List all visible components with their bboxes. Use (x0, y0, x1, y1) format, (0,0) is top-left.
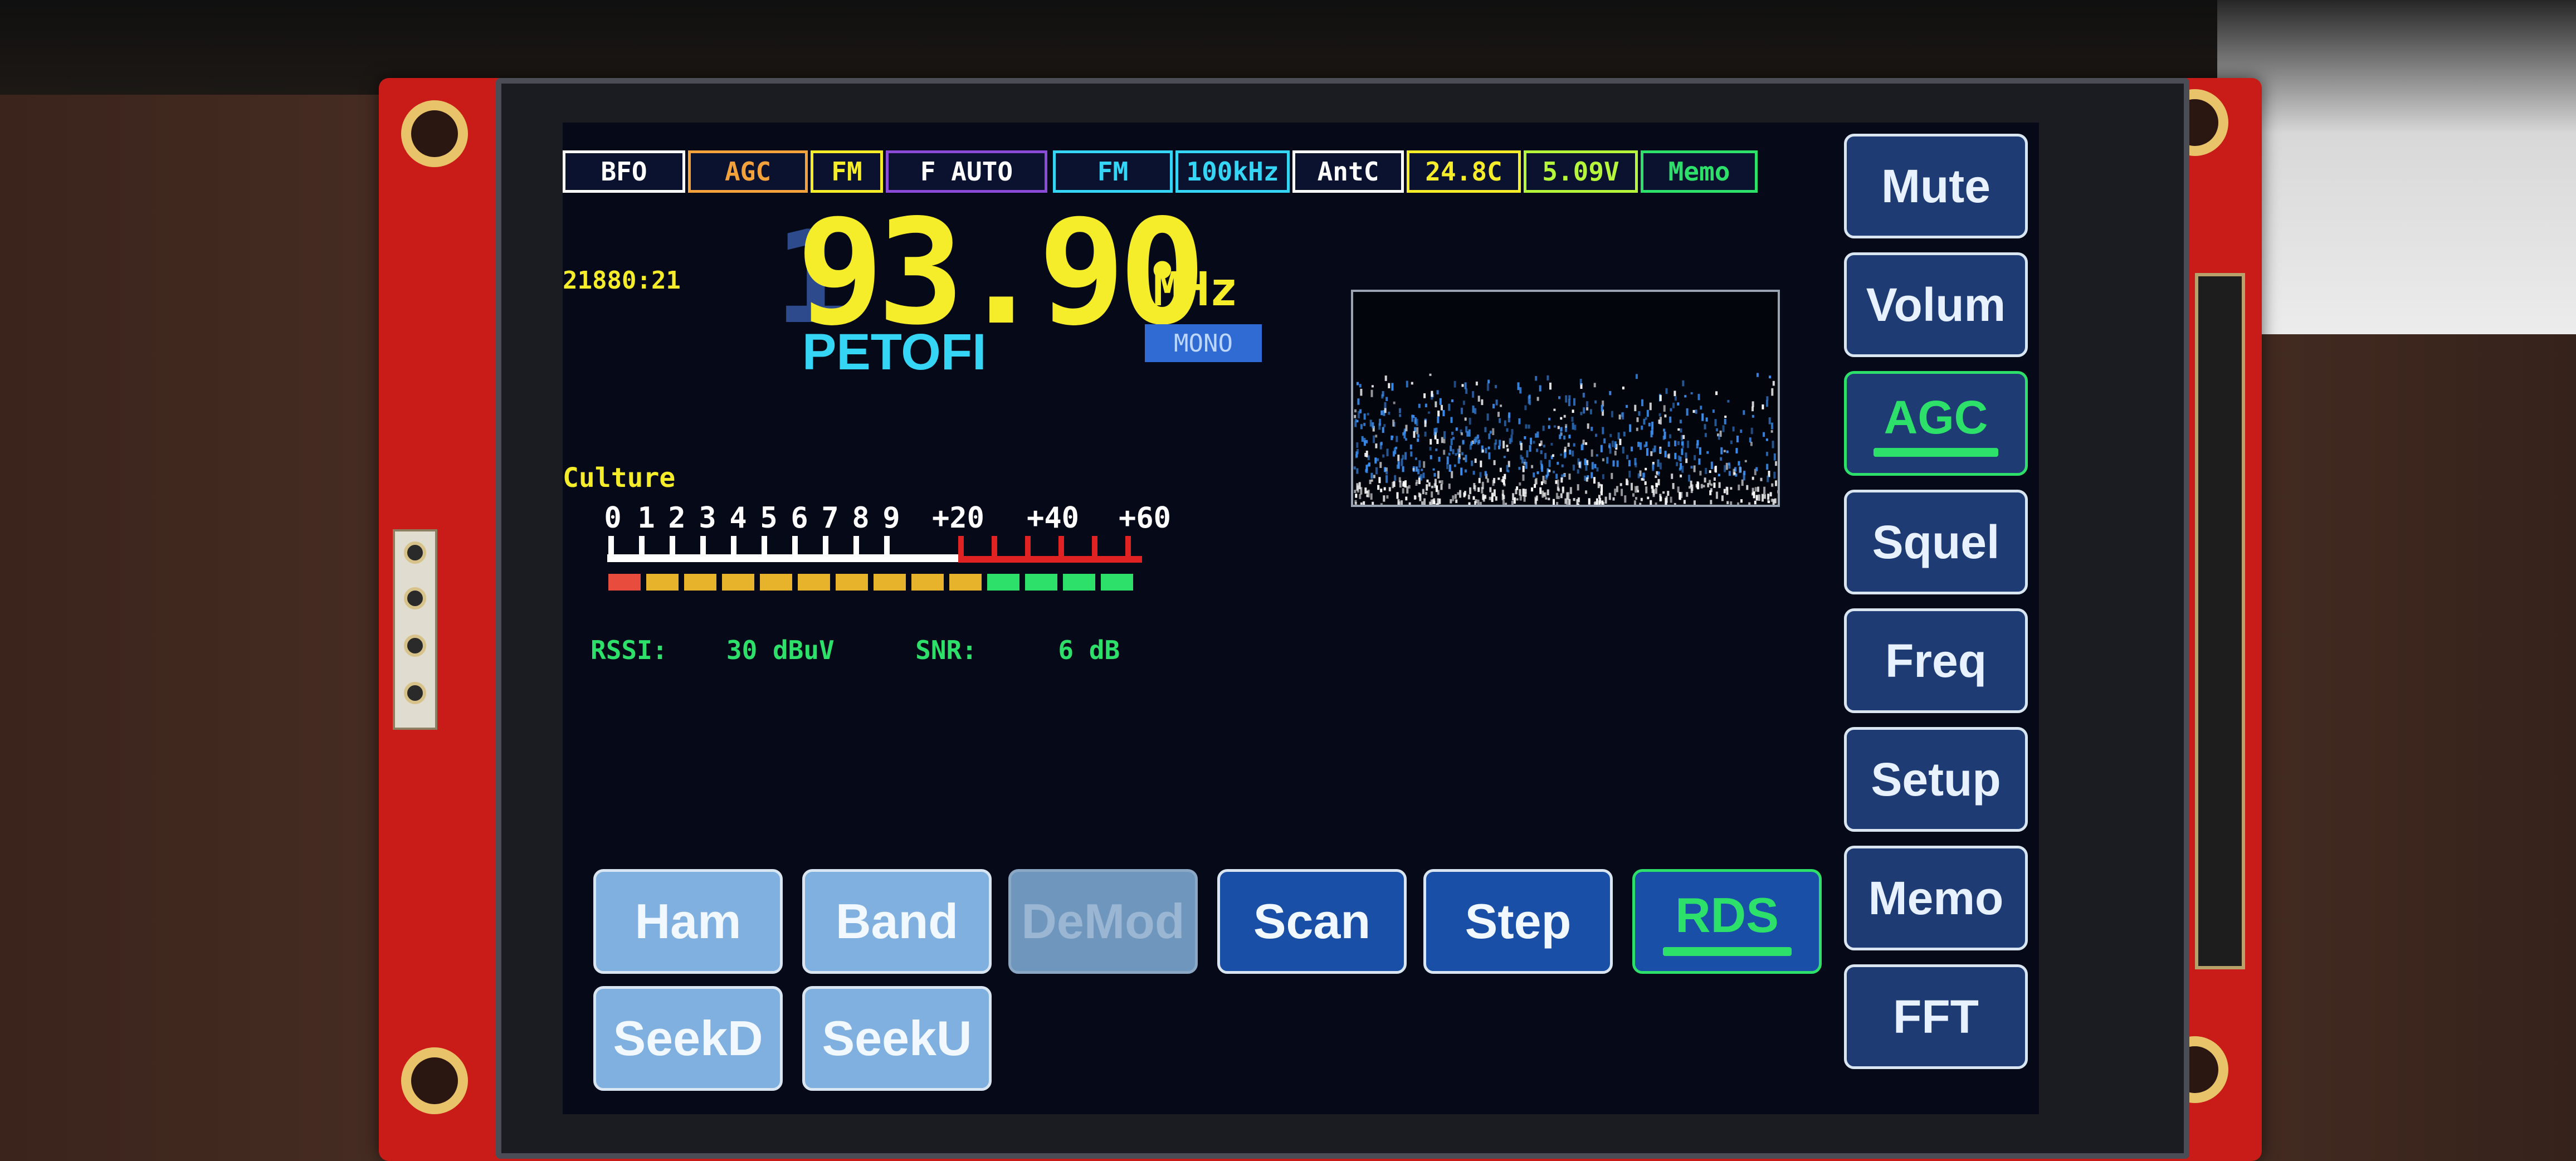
active-indicator (1662, 947, 1792, 956)
s-meter-level-segment (987, 574, 1019, 591)
setup-button[interactable]: Setup (1844, 727, 2028, 832)
spectrum-display (1351, 290, 1780, 510)
s-meter-tick (670, 536, 675, 558)
seeku-button[interactable]: SeekU (802, 986, 992, 1091)
scan-button[interactable]: Scan (1217, 869, 1407, 974)
pi-code: 21880:21 (563, 266, 681, 295)
status-bfo-indicator: BFO (563, 150, 685, 193)
step-button[interactable]: Step (1423, 869, 1613, 974)
status-antc-indicator: AntC (1292, 150, 1404, 193)
agc-button[interactable]: AGC (1844, 371, 2028, 476)
band-button[interactable]: Band (802, 869, 992, 974)
s-meter-tick (608, 536, 614, 558)
volum-button-label: Volum (1866, 278, 2006, 331)
s-meter-graphic (607, 536, 1142, 591)
s-meter-tick (762, 536, 767, 558)
active-indicator (1874, 447, 1998, 457)
s-meter-level-segment (646, 574, 679, 591)
s-meter-level-segment (949, 574, 982, 591)
agc-button-label: AGC (1884, 391, 1988, 443)
program-type: Culture (563, 462, 676, 494)
pin-header (393, 529, 437, 730)
stereo-indicator: MONO (1145, 324, 1262, 362)
seekd-button[interactable]: SeekD (593, 986, 783, 1091)
status-5-09v-indicator: 5.09V (1524, 150, 1638, 193)
status-memo-indicator: Memo (1641, 150, 1758, 193)
s-meter-tick (731, 536, 736, 558)
snr-value: 6 dB (1058, 635, 1120, 665)
seekd-button-label: SeekD (613, 1011, 763, 1066)
mute-button[interactable]: Mute (1844, 134, 2028, 238)
s-meter-level-segment (1025, 574, 1057, 591)
radio-screen: BFO AGC FM F AUTO FM 100kHz AntC 24.8C 5.09V Memo… (563, 123, 2039, 1114)
frequency-unit: MHz (1153, 262, 1238, 316)
rssi-label: RSSI: (591, 635, 668, 665)
s-meter-level-segment (1063, 574, 1095, 591)
s-meter-level-segment (722, 574, 754, 591)
s-meter-level-segment (836, 574, 868, 591)
s-meter-tick (992, 536, 997, 558)
s-meter-tick (823, 536, 828, 558)
mounting-hole (401, 1047, 468, 1114)
fft-button[interactable]: FFT (1844, 964, 2028, 1069)
ham-button[interactable]: Ham (593, 869, 783, 974)
s-meter-tick (1025, 536, 1031, 558)
status-100khz-indicator: 100kHz (1175, 150, 1290, 193)
status-f-auto-indicator: F AUTO (886, 150, 1047, 193)
fft-button-label: FFT (1893, 990, 1979, 1043)
status-agc-indicator: AGC (688, 150, 808, 193)
squel-button[interactable]: Squel (1844, 490, 2028, 594)
s-meter-tick (1092, 536, 1097, 558)
freq-button[interactable]: Freq (1844, 608, 2028, 713)
demod-button[interactable]: DeMod (1008, 869, 1198, 974)
s-meter-over-baseline (958, 556, 1142, 563)
s-meter-tick (853, 536, 859, 558)
s-meter-tick (792, 536, 798, 558)
s-meter-level-segment (911, 574, 944, 591)
volum-button[interactable]: Volum (1844, 252, 2028, 357)
s-meter-tick (958, 536, 964, 558)
squel-button-label: Squel (1872, 515, 2000, 568)
pin-header-right (2195, 273, 2245, 969)
s-meter-level-segment (684, 574, 716, 591)
memo-button[interactable]: Memo (1844, 846, 2028, 950)
status-fm-indicator: FM (1053, 150, 1173, 193)
s-meter-tick (1125, 536, 1131, 558)
snr-label: SNR: (915, 635, 977, 665)
spectrum-plot (1353, 373, 1780, 510)
demod-button-label: DeMod (1021, 894, 1185, 949)
background-object (2217, 0, 2576, 334)
s-meter: 0 1 2 3 4 5 6 7 8 9 +20 +40 +60 (602, 501, 1214, 613)
seeku-button-label: SeekU (822, 1011, 972, 1066)
rds-button-label: RDS (1675, 887, 1779, 943)
s-meter-tick (700, 536, 706, 558)
memo-button-label: Memo (1868, 871, 2004, 924)
mute-button-label: Mute (1881, 159, 1990, 212)
station-name: PETOFI (802, 324, 987, 381)
rssi-value: 30 dBuV (726, 635, 835, 665)
s-meter-tick (1058, 536, 1064, 558)
s-meter-level-segment (1101, 574, 1133, 591)
band-button-label: Band (836, 894, 958, 949)
s-meter-level-segment (608, 574, 641, 591)
status-fm-indicator: FM (811, 150, 883, 193)
ham-button-label: Ham (635, 894, 741, 949)
mounting-hole (401, 100, 468, 167)
s-meter-level-segment (798, 574, 830, 591)
freq-button-label: Freq (1885, 634, 1987, 687)
status-24-8c-indicator: 24.8C (1407, 150, 1521, 193)
setup-button-label: Setup (1871, 753, 2001, 806)
s-meter-level-segment (760, 574, 792, 591)
scan-button-label: Scan (1253, 894, 1371, 949)
signal-readout: RSSI: 30 dBuV SNR: 6 dB (591, 635, 1120, 665)
s-meter-baseline (607, 554, 958, 562)
spectrum-waterfall (1353, 373, 1780, 510)
step-button-label: Step (1465, 894, 1572, 949)
s-meter-tick (639, 536, 645, 558)
rds-button[interactable]: RDS (1632, 869, 1822, 974)
s-meter-tick (884, 536, 890, 558)
s-meter-level-segment (874, 574, 906, 591)
